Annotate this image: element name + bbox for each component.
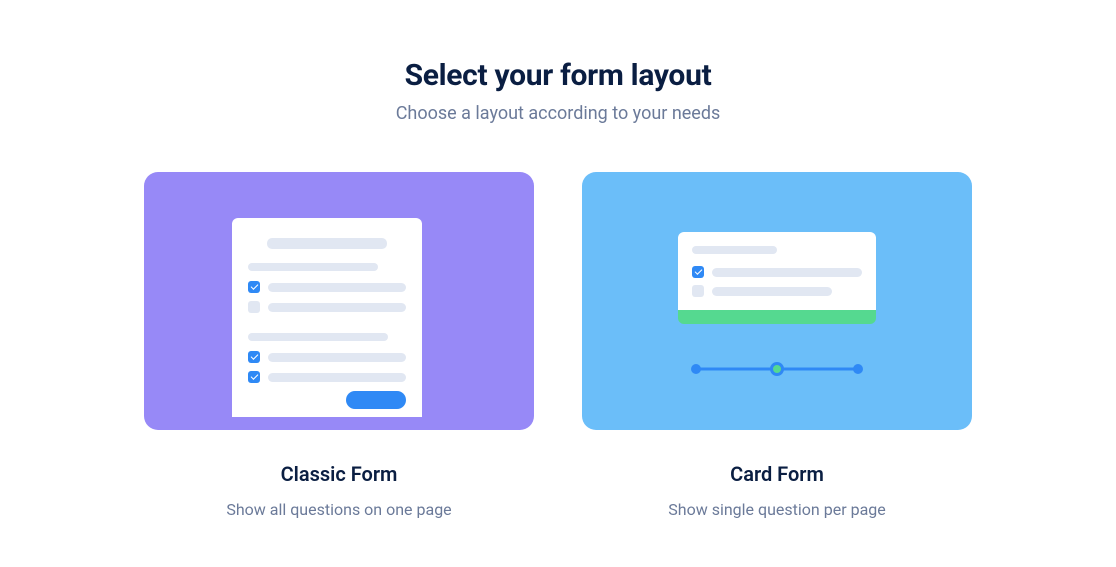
progress-bar-icon [678,310,876,324]
checkbox-checked-icon [248,281,260,293]
stepper-dot-active-icon [770,362,784,376]
classic-form-illustration [144,172,534,430]
card-paper-icon [678,232,876,310]
checkbox-checked-icon [692,266,704,278]
checkbox-unchecked-icon [692,285,704,297]
card-option-description: Show single question per page [668,500,885,519]
checkbox-checked-icon [248,371,260,383]
layout-options-row: Classic Form Show all questions on one p… [144,172,972,519]
layout-option-card[interactable]: Card Form Show single question per page [582,172,972,519]
classic-option-description: Show all questions on one page [226,500,451,519]
checkbox-checked-icon [248,351,260,363]
card-option-title: Card Form [730,462,824,486]
page-subtitle: Choose a layout according to your needs [396,103,721,124]
layout-selection-container: Select your form layout Choose a layout … [0,0,1116,519]
stepper-dot-icon [691,364,701,374]
submit-button-icon [346,391,406,409]
stepper-dot-icon [853,364,863,374]
checkbox-unchecked-icon [248,301,260,313]
page-title: Select your form layout [405,58,712,93]
card-form-illustration [582,172,972,430]
stepper-icon [692,362,862,376]
layout-option-classic[interactable]: Classic Form Show all questions on one p… [144,172,534,519]
classic-option-title: Classic Form [281,462,398,486]
classic-paper-icon [232,218,422,417]
